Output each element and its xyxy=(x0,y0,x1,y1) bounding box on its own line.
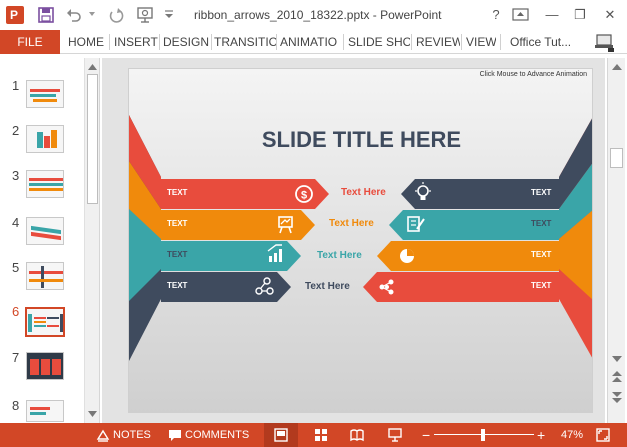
slide-thumbnail-1[interactable] xyxy=(26,80,64,108)
slide-thumbnail-5[interactable] xyxy=(26,262,64,290)
previous-slide-icon[interactable] xyxy=(611,370,623,384)
undo-icon[interactable] xyxy=(66,7,82,23)
pie-chart-icon xyxy=(400,249,414,263)
thumbnail-number: 5 xyxy=(12,260,20,275)
thumbnail-number-active: 6 xyxy=(12,304,20,319)
slide-title[interactable]: SLIDE TITLE HERE xyxy=(129,127,592,153)
fit-slide-icon[interactable] xyxy=(596,428,610,442)
thumbnail-number: 2 xyxy=(12,123,20,138)
center-text-4[interactable]: Text Here xyxy=(305,281,350,292)
title-bar: P ribbon_arrows_2010_18322.pptx - PowerP… xyxy=(0,0,627,30)
comments-icon[interactable] xyxy=(168,428,182,442)
tab-office-tutorials[interactable]: Office Tut... xyxy=(510,30,580,54)
powerpoint-window: P ribbon_arrows_2010_18322.pptx - PowerP… xyxy=(0,0,627,447)
notes-icon[interactable] xyxy=(96,428,110,442)
window-title: ribbon_arrows_2010_18322.pptx - PowerPoi… xyxy=(194,8,442,22)
status-bar: NOTES COMMENTS − + 47% xyxy=(0,423,627,447)
zoom-slider-handle[interactable] xyxy=(481,429,485,441)
reading-view-icon[interactable] xyxy=(350,428,364,442)
center-text-3[interactable]: Text Here xyxy=(317,250,362,261)
thumbnail-number: 3 xyxy=(12,168,20,183)
close-button[interactable]: ✕ xyxy=(598,5,622,25)
tab-home[interactable]: HOME xyxy=(68,30,108,54)
slide-thumbnail-6-selected[interactable] xyxy=(25,307,65,337)
slide-thumbnail-8[interactable] xyxy=(26,400,64,422)
right-arrow-4 xyxy=(363,272,559,302)
thumbnail-number: 1 xyxy=(12,78,20,93)
save-icon[interactable] xyxy=(38,7,54,23)
tab-review[interactable]: REVIEW xyxy=(416,30,460,54)
slide-6[interactable]: $ Click Mouse to Advance Animation SLIDE… xyxy=(128,68,593,413)
left-row-2-label[interactable]: TEXT xyxy=(167,219,187,228)
normal-view-button[interactable] xyxy=(264,423,298,447)
thumbnail-scrollbar[interactable] xyxy=(84,58,99,423)
center-text-2[interactable]: Text Here xyxy=(329,218,374,229)
thumbnail-scroll-thumb[interactable] xyxy=(87,74,98,204)
tab-insert[interactable]: INSERT xyxy=(114,30,158,54)
restore-button[interactable]: ❐ xyxy=(568,5,592,25)
notes-button[interactable]: NOTES xyxy=(113,423,151,447)
help-button[interactable]: ? xyxy=(484,5,508,25)
left-row-3-label[interactable]: TEXT xyxy=(167,250,187,259)
tab-transitions[interactable]: TRANSITIO xyxy=(214,30,276,54)
tab-file[interactable]: FILE xyxy=(0,30,60,54)
scroll-down-icon[interactable] xyxy=(86,408,99,420)
slide-thumbnail-2[interactable] xyxy=(26,125,64,153)
slide-thumbnail-3[interactable] xyxy=(26,170,64,198)
tab-animations[interactable]: ANIMATIO xyxy=(280,30,342,54)
powerpoint-logo-icon: P xyxy=(6,6,24,24)
left-row-1-label[interactable]: TEXT xyxy=(167,188,187,197)
slide-scroll-thumb[interactable] xyxy=(610,148,623,168)
customize-qat-icon[interactable] xyxy=(164,9,174,19)
slide-graphic: $ xyxy=(129,69,592,412)
scroll-down-icon[interactable] xyxy=(611,354,623,364)
right-row-2-label[interactable]: TEXT xyxy=(531,219,551,228)
left-row-4-label[interactable]: TEXT xyxy=(167,281,187,290)
tab-slide-show[interactable]: SLIDE SHO xyxy=(348,30,410,54)
thumbnail-number: 7 xyxy=(12,350,20,365)
slide-show-icon[interactable] xyxy=(388,428,402,442)
svg-text:$: $ xyxy=(301,190,307,202)
account-icon[interactable] xyxy=(594,32,616,52)
tab-design[interactable]: DESIGN xyxy=(163,30,211,54)
minimize-button[interactable]: — xyxy=(540,5,564,25)
zoom-level[interactable]: 47% xyxy=(561,423,583,447)
slide-thumbnail-pane: 1 2 3 4 5 6 7 8 xyxy=(0,58,100,423)
normal-view-icon xyxy=(274,428,288,442)
right-row-1-label[interactable]: TEXT xyxy=(531,188,551,197)
tab-view[interactable]: VIEW xyxy=(466,30,496,54)
ribbon-tabs: FILE HOME INSERT DESIGN TRANSITIO ANIMAT… xyxy=(0,30,627,54)
start-slideshow-icon[interactable] xyxy=(136,6,156,24)
scroll-up-icon[interactable] xyxy=(611,62,623,72)
slide-sorter-icon[interactable] xyxy=(314,428,328,442)
scroll-up-icon[interactable] xyxy=(86,61,99,73)
undo-dropdown-icon[interactable] xyxy=(88,10,96,18)
zoom-in-button[interactable]: + xyxy=(537,423,545,447)
slide-thumbnail-7[interactable] xyxy=(26,352,64,380)
redo-icon[interactable] xyxy=(108,7,124,23)
slide-thumbnail-4[interactable] xyxy=(26,217,64,245)
center-text-1[interactable]: Text Here xyxy=(341,187,386,198)
thumbnail-number: 4 xyxy=(12,215,20,230)
next-slide-icon[interactable] xyxy=(611,390,623,404)
right-row-3-label[interactable]: TEXT xyxy=(531,250,551,259)
right-row-4-label[interactable]: TEXT xyxy=(531,281,551,290)
animation-hint: Click Mouse to Advance Animation xyxy=(479,71,587,78)
thumbnail-number: 8 xyxy=(12,398,20,413)
comments-button[interactable]: COMMENTS xyxy=(185,423,249,447)
zoom-out-button[interactable]: − xyxy=(422,423,430,447)
slide-scrollbar[interactable] xyxy=(607,58,625,423)
ribbon-display-options-icon[interactable] xyxy=(512,7,530,23)
